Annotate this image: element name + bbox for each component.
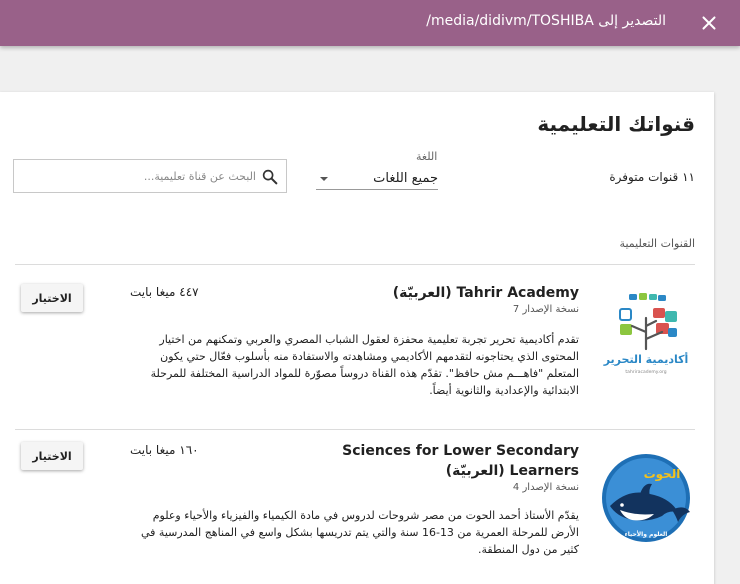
close-icon[interactable] — [698, 12, 720, 34]
channel-item-tahrir: أكاديمية التحرير tahriracademy.org Tahri… — [0, 265, 714, 430]
sciences-hoot-logo: الحوت العلوم والأحياء — [598, 450, 695, 547]
language-filter-label: اللغة — [416, 150, 438, 163]
channel-count: ١١ قنوات متوفرة — [609, 170, 695, 184]
channel-size: ٤٤٧ ميغا بايت — [130, 285, 199, 299]
language-filter-value: جميع اللغات — [373, 171, 438, 186]
channel-description: يقدّم الأستاذ أحمد الحوت من مصر شروحات ل… — [141, 509, 579, 556]
section-label: القنوات التعليمية — [619, 237, 695, 250]
page-title: قنواتك التعليمية — [537, 112, 695, 136]
select-channel-button[interactable]: الاختيار — [21, 442, 83, 470]
hoot-logo-text: الحوت — [644, 467, 681, 482]
top-app-bar: التصدير إلى media/didivm/TOSHIBA/ — [0, 0, 740, 46]
tahrir-logo-url: tahriracademy.org — [625, 369, 666, 375]
channel-description: تقدم أكاديمية تحرير تجربة تعليمية محفزة … — [150, 333, 579, 397]
tahrir-logo-text: أكاديمية التحرير — [603, 352, 689, 366]
channel-version: نسخة الإصدار 4 — [512, 482, 579, 493]
tahrir-academy-logo: أكاديمية التحرير tahriracademy.org — [598, 284, 695, 381]
language-filter-select[interactable]: جميع اللغات — [316, 166, 438, 190]
search-icon[interactable] — [261, 168, 279, 186]
select-channel-button[interactable]: الاختيار — [21, 284, 83, 312]
chevron-down-icon — [320, 177, 328, 181]
channels-card: قنواتك التعليمية ١١ قنوات متوفرة اللغة ج… — [0, 92, 714, 584]
hoot-logo-subtext: العلوم والأحياء — [625, 530, 668, 538]
channel-item-sciences: الحوت العلوم والأحياء Sciences for Lower… — [0, 430, 714, 584]
channel-search-box — [13, 159, 287, 193]
channel-size: ١٦٠ ميغا بايت — [130, 443, 199, 457]
channel-name: Sciences for Lower Secondary Learners (ا… — [342, 443, 579, 479]
export-destination-title: التصدير إلى media/didivm/TOSHIBA/ — [426, 13, 666, 29]
channel-version: نسخة الإصدار 7 — [512, 304, 579, 315]
channel-name: Tahrir Academy (العربيّة) — [392, 285, 579, 301]
search-input[interactable] — [20, 166, 256, 186]
